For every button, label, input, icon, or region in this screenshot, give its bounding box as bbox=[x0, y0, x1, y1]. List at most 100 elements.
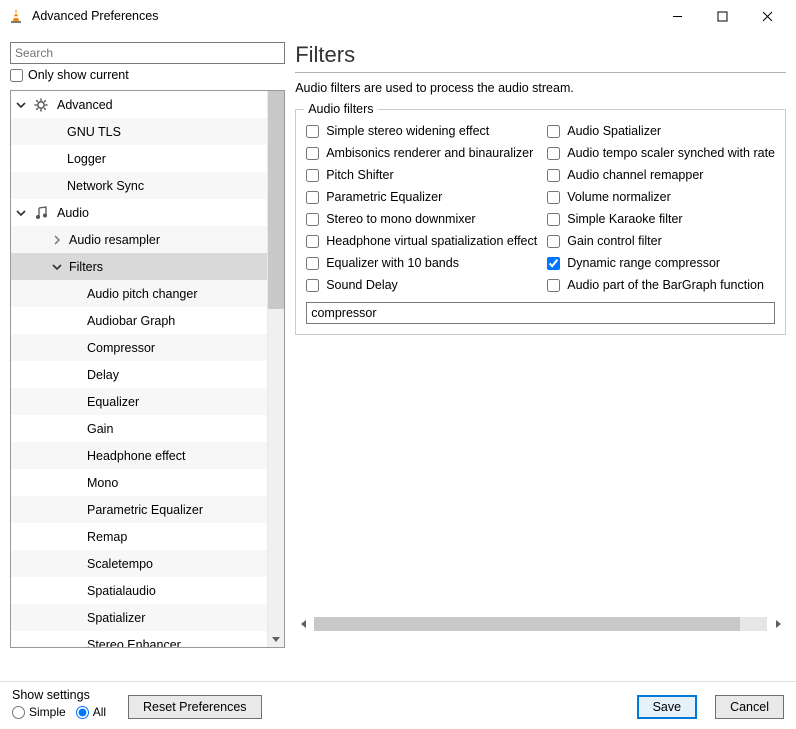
tree-item-equalizer[interactable]: Equalizer bbox=[11, 388, 267, 415]
hscroll-track[interactable] bbox=[314, 617, 767, 631]
filter-checkbox[interactable] bbox=[306, 213, 319, 226]
filter-checkbox[interactable] bbox=[547, 213, 560, 226]
simple-radio-label[interactable]: Simple bbox=[12, 705, 66, 719]
filter-stereo-to-mono-downmixer[interactable]: Stereo to mono downmixer bbox=[306, 212, 537, 226]
filter-checkbox[interactable] bbox=[547, 125, 560, 138]
filter-audio-part-of-the-bargraph-function[interactable]: Audio part of the BarGraph function bbox=[547, 278, 775, 292]
filter-checkbox[interactable] bbox=[547, 169, 560, 182]
audio-filters-groupbox: Audio filters Simple stereo widening eff… bbox=[295, 109, 786, 335]
all-radio[interactable] bbox=[76, 706, 89, 719]
filter-audio-channel-remapper[interactable]: Audio channel remapper bbox=[547, 168, 775, 182]
tree-item-spatializer[interactable]: Spatializer bbox=[11, 604, 267, 631]
groupbox-title: Audio filters bbox=[304, 102, 377, 116]
tree-item-network-sync[interactable]: Network Sync bbox=[11, 172, 267, 199]
scrollbar-down-icon[interactable] bbox=[268, 630, 284, 647]
maximize-button[interactable] bbox=[700, 2, 745, 30]
filter-checkbox[interactable] bbox=[547, 191, 560, 204]
gear-icon bbox=[33, 97, 49, 113]
tree-item-audio-pitch-changer[interactable]: Audio pitch changer bbox=[11, 280, 267, 307]
filter-label: Simple Karaoke filter bbox=[567, 212, 682, 226]
filter-checkbox[interactable] bbox=[306, 125, 319, 138]
tree-item-label: Scaletempo bbox=[87, 557, 153, 571]
cancel-button[interactable]: Cancel bbox=[715, 695, 784, 719]
content-horizontal-scrollbar[interactable] bbox=[295, 615, 786, 632]
minimize-button[interactable] bbox=[655, 2, 700, 30]
filter-checkbox[interactable] bbox=[306, 147, 319, 160]
tree-item-label: Audiobar Graph bbox=[87, 314, 175, 328]
tree-item-mono[interactable]: Mono bbox=[11, 469, 267, 496]
filter-checkbox[interactable] bbox=[306, 169, 319, 182]
filter-checkbox[interactable] bbox=[547, 257, 560, 270]
close-button[interactable] bbox=[745, 2, 790, 30]
tree-item-label: Audio resampler bbox=[69, 233, 160, 247]
filter-checkbox[interactable] bbox=[306, 257, 319, 270]
tree-item-gnu-tls[interactable]: GNU TLS bbox=[11, 118, 267, 145]
filter-checkbox[interactable] bbox=[306, 191, 319, 204]
simple-radio[interactable] bbox=[12, 706, 25, 719]
only-show-current-label[interactable]: Only show current bbox=[28, 68, 129, 82]
scroll-right-icon[interactable] bbox=[769, 620, 786, 628]
expander-icon[interactable] bbox=[15, 208, 27, 218]
filter-simple-karaoke-filter[interactable]: Simple Karaoke filter bbox=[547, 212, 775, 226]
reset-preferences-button[interactable]: Reset Preferences bbox=[128, 695, 262, 719]
tree-item-logger[interactable]: Logger bbox=[11, 145, 267, 172]
vlc-cone-icon bbox=[8, 8, 24, 24]
tree-item-advanced[interactable]: Advanced bbox=[11, 91, 267, 118]
filter-checkbox[interactable] bbox=[547, 279, 560, 292]
tree-scrollbar[interactable] bbox=[267, 91, 284, 647]
filter-simple-stereo-widening-effect[interactable]: Simple stereo widening effect bbox=[306, 124, 537, 138]
tree-item-parametric-equalizer[interactable]: Parametric Equalizer bbox=[11, 496, 267, 523]
tree-item-compressor[interactable]: Compressor bbox=[11, 334, 267, 361]
tree-item-filters[interactable]: Filters bbox=[11, 253, 267, 280]
filter-label: Headphone virtual spatialization effect bbox=[326, 234, 537, 248]
tree-item-delay[interactable]: Delay bbox=[11, 361, 267, 388]
tree-item-remap[interactable]: Remap bbox=[11, 523, 267, 550]
tree-item-audio-resampler[interactable]: Audio resampler bbox=[11, 226, 267, 253]
filter-audio-spatializer[interactable]: Audio Spatializer bbox=[547, 124, 775, 138]
tree-item-label: Stereo Enhancer bbox=[87, 638, 181, 648]
tree-item-label: Audio pitch changer bbox=[87, 287, 198, 301]
all-radio-label[interactable]: All bbox=[76, 705, 106, 719]
filter-checkbox[interactable] bbox=[306, 279, 319, 292]
only-show-current-checkbox[interactable] bbox=[10, 69, 23, 82]
bottom-bar: Show settings Simple All Reset Preferenc… bbox=[0, 681, 796, 729]
filter-parametric-equalizer[interactable]: Parametric Equalizer bbox=[306, 190, 537, 204]
expander-icon[interactable] bbox=[51, 235, 63, 245]
filter-checkbox[interactable] bbox=[306, 235, 319, 248]
filter-volume-normalizer[interactable]: Volume normalizer bbox=[547, 190, 775, 204]
filter-sound-delay[interactable]: Sound Delay bbox=[306, 278, 537, 292]
filter-headphone-virtual-spatialization-effect[interactable]: Headphone virtual spatialization effect bbox=[306, 234, 537, 248]
expander-icon[interactable] bbox=[51, 262, 63, 272]
filter-checkbox[interactable] bbox=[547, 147, 560, 160]
expander-icon[interactable] bbox=[15, 100, 27, 110]
filter-label: Volume normalizer bbox=[567, 190, 671, 204]
filter-pitch-shifter[interactable]: Pitch Shifter bbox=[306, 168, 537, 182]
search-input[interactable] bbox=[10, 42, 285, 64]
filter-equalizer-with-10-bands[interactable]: Equalizer with 10 bands bbox=[306, 256, 537, 270]
tree-item-label: Audio bbox=[57, 206, 89, 220]
tree-item-headphone-effect[interactable]: Headphone effect bbox=[11, 442, 267, 469]
tree-item-audiobar-graph[interactable]: Audiobar Graph bbox=[11, 307, 267, 334]
filter-text-input[interactable] bbox=[306, 302, 775, 324]
tree-item-stereo-enhancer[interactable]: Stereo Enhancer bbox=[11, 631, 267, 647]
filter-gain-control-filter[interactable]: Gain control filter bbox=[547, 234, 775, 248]
filter-dynamic-range-compressor[interactable]: Dynamic range compressor bbox=[547, 256, 775, 270]
filter-ambisonics-renderer-and-binauralizer[interactable]: Ambisonics renderer and binauralizer bbox=[306, 146, 537, 160]
preferences-tree: AdvancedGNU TLSLoggerNetwork Sync Audio Au… bbox=[10, 90, 285, 648]
tree-item-label: Compressor bbox=[87, 341, 155, 355]
tree-item-gain[interactable]: Gain bbox=[11, 415, 267, 442]
tree-item-spatialaudio[interactable]: Spatialaudio bbox=[11, 577, 267, 604]
hscroll-thumb[interactable] bbox=[314, 617, 740, 631]
window-controls bbox=[655, 2, 790, 30]
filter-audio-tempo-scaler-synched-with-rate[interactable]: Audio tempo scaler synched with rate bbox=[547, 146, 775, 160]
filter-label: Sound Delay bbox=[326, 278, 398, 292]
titlebar: Advanced Preferences bbox=[0, 0, 796, 32]
filter-label: Audio Spatializer bbox=[567, 124, 661, 138]
tree-item-scaletempo[interactable]: Scaletempo bbox=[11, 550, 267, 577]
save-button[interactable]: Save bbox=[637, 695, 698, 719]
scroll-left-icon[interactable] bbox=[295, 620, 312, 628]
tree-item-audio[interactable]: Audio bbox=[11, 199, 267, 226]
filter-label: Ambisonics renderer and binauralizer bbox=[326, 146, 533, 160]
filter-checkbox[interactable] bbox=[547, 235, 560, 248]
scrollbar-thumb[interactable] bbox=[268, 91, 284, 309]
